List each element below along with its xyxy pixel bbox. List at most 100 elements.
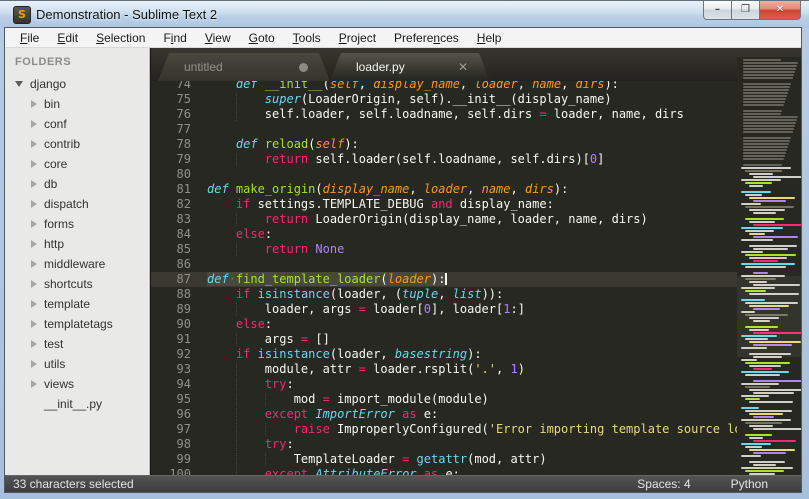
tree-item-bin[interactable]: bin: [5, 94, 149, 114]
code-line[interactable]: 98 try:: [151, 437, 801, 452]
tree-item-http[interactable]: http: [5, 234, 149, 254]
tab-untitled[interactable]: untitled: [158, 53, 330, 81]
tree-item-shortcuts[interactable]: shortcuts: [5, 274, 149, 294]
maximize-button[interactable]: ❐: [732, 1, 759, 20]
line-number: 77: [176, 122, 191, 136]
status-syntax-name[interactable]: Python: [731, 477, 768, 491]
code-text: if settings.TEMPLATE_DEBUG and display_n…: [235, 197, 554, 211]
tree-item-label: template: [44, 297, 91, 311]
code-line[interactable]: 95 mod = import_module(module): [151, 392, 801, 407]
code-line[interactable]: 97 raise ImproperlyConfigured('Error imp…: [151, 422, 801, 437]
code-line[interactable]: 84 else:: [151, 227, 801, 242]
status-indent-setting[interactable]: Spaces: 4: [637, 477, 690, 491]
arrow-right-icon[interactable]: [31, 280, 37, 288]
tree-item-utils[interactable]: utils: [5, 354, 149, 374]
minimap-viewport[interactable]: [737, 276, 801, 357]
line-number: 95: [176, 392, 191, 406]
tree-item-db[interactable]: db: [5, 174, 149, 194]
arrow-right-icon[interactable]: [31, 300, 37, 308]
tree-item-test[interactable]: test: [5, 334, 149, 354]
code-line[interactable]: 83 return LoaderOrigin(display_name, loa…: [151, 212, 801, 227]
menu-item-view[interactable]: View: [196, 29, 240, 47]
arrow-right-icon[interactable]: [31, 220, 37, 228]
tree-item-dispatch[interactable]: dispatch: [5, 194, 149, 214]
code-line[interactable]: 89 loader, args = loader[0], loader[1:]: [151, 302, 801, 317]
arrow-right-icon[interactable]: [31, 360, 37, 368]
tree-item-forms[interactable]: forms: [5, 214, 149, 234]
line-number: 87: [176, 272, 191, 286]
menu-item-help[interactable]: Help: [468, 29, 511, 47]
tree-item-conf[interactable]: conf: [5, 114, 149, 134]
arrow-right-icon[interactable]: [31, 100, 37, 108]
code-line[interactable]: 96 except ImportError as e:: [151, 407, 801, 422]
line-number: 81: [176, 182, 191, 196]
code-text: TemplateLoader = getattr(mod, attr): [207, 452, 547, 466]
code-line[interactable]: 86: [151, 257, 801, 272]
menu-item-goto[interactable]: Goto: [240, 29, 284, 47]
code-line[interactable]: 92 if isinstance(loader, basestring):: [151, 347, 801, 362]
code-line[interactable]: 85 return None: [151, 242, 801, 257]
code-line[interactable]: 78 def reload(self):: [151, 137, 801, 152]
arrow-right-icon[interactable]: [31, 140, 37, 148]
line-number: 91: [176, 332, 191, 346]
code-line[interactable]: 82 if settings.TEMPLATE_DEBUG and displa…: [151, 197, 801, 212]
line-number: 97: [176, 422, 191, 436]
code-line[interactable]: 81 def make_origin(display_name, loader, …: [151, 182, 801, 197]
arrow-right-icon[interactable]: [31, 380, 37, 388]
code-line[interactable]: 90 else:: [151, 317, 801, 332]
tree-item-contrib[interactable]: contrib: [5, 134, 149, 154]
menu-item-tools[interactable]: Tools: [284, 29, 330, 47]
tree-item-core[interactable]: core: [5, 154, 149, 174]
code-text: super(LoaderOrigin, self).__init__(displ…: [207, 92, 612, 107]
code-line[interactable]: 79 return self.loader(self.loadname, sel…: [151, 152, 801, 167]
tree-item-template[interactable]: template: [5, 294, 149, 314]
code-line[interactable]: 75 super(LoaderOrigin, self).__init__(di…: [151, 92, 801, 107]
code-editor[interactable]: 74 def __init__(self, display_name, load…: [151, 81, 801, 475]
tree-item-views[interactable]: views: [5, 374, 149, 394]
arrow-down-icon[interactable]: [15, 81, 23, 87]
code-line[interactable]: 94 try:: [151, 377, 801, 392]
arrow-right-icon[interactable]: [31, 200, 37, 208]
code-line[interactable]: 87 def·find_template_loader(loader):: [151, 272, 801, 287]
menu-item-preferences[interactable]: Preferences: [385, 29, 468, 47]
menu-item-edit[interactable]: Edit: [48, 29, 87, 47]
line-number: 76: [176, 107, 191, 121]
arrow-right-icon[interactable]: [31, 160, 37, 168]
window-titlebar[interactable]: S Demonstration - Sublime Text 2 – ❐ ✕: [0, 0, 809, 28]
arrow-right-icon[interactable]: [31, 120, 37, 128]
line-number: 79: [176, 152, 191, 166]
code-line[interactable]: 77: [151, 122, 801, 137]
indent-guide: [235, 423, 237, 436]
tree-item-django[interactable]: django: [5, 74, 149, 94]
code-text: return self.loader(self.loadname, self.d…: [207, 152, 604, 167]
arrow-right-icon[interactable]: [31, 240, 37, 248]
tree-item-middleware[interactable]: middleware: [5, 254, 149, 274]
code-line[interactable]: 88 if isinstance(loader, (tuple, list)):: [151, 287, 801, 302]
arrow-right-icon[interactable]: [31, 320, 37, 328]
minimap[interactable]: [737, 57, 801, 475]
tree-item-templatetags[interactable]: templatetags: [5, 314, 149, 334]
tab-close-icon[interactable]: ✕: [458, 61, 468, 73]
indent-guide: [235, 393, 237, 406]
folders-header: FOLDERS: [15, 56, 72, 68]
tree-item--init-py[interactable]: __init__.py: [5, 394, 149, 414]
minimize-button[interactable]: –: [703, 1, 732, 20]
code-line[interactable]: 74 def __init__(self, display_name, load…: [151, 81, 801, 92]
indent-guide: [235, 303, 237, 316]
arrow-right-icon[interactable]: [31, 340, 37, 348]
close-button[interactable]: ✕: [759, 1, 801, 20]
menu-item-find[interactable]: Find: [154, 29, 195, 47]
menu-item-selection[interactable]: Selection: [87, 29, 154, 47]
code-line[interactable]: 99 TemplateLoader = getattr(mod, attr): [151, 452, 801, 467]
code-line[interactable]: 76 self.loader, self.loadname, self.dirs…: [151, 107, 801, 122]
code-line[interactable]: 91 args = []: [151, 332, 801, 347]
code-line[interactable]: 100 except AttributeError as e:: [151, 467, 801, 475]
arrow-right-icon[interactable]: [31, 260, 37, 268]
code-line[interactable]: 93 module, attr = loader.rsplit('.', 1): [151, 362, 801, 377]
menu-item-file[interactable]: File: [11, 29, 48, 47]
line-number: 83: [176, 212, 191, 226]
arrow-right-icon[interactable]: [31, 180, 37, 188]
menu-item-project[interactable]: Project: [330, 29, 385, 47]
tab-loader-py[interactable]: loader.py ✕: [330, 53, 490, 81]
code-line[interactable]: 80: [151, 167, 801, 182]
